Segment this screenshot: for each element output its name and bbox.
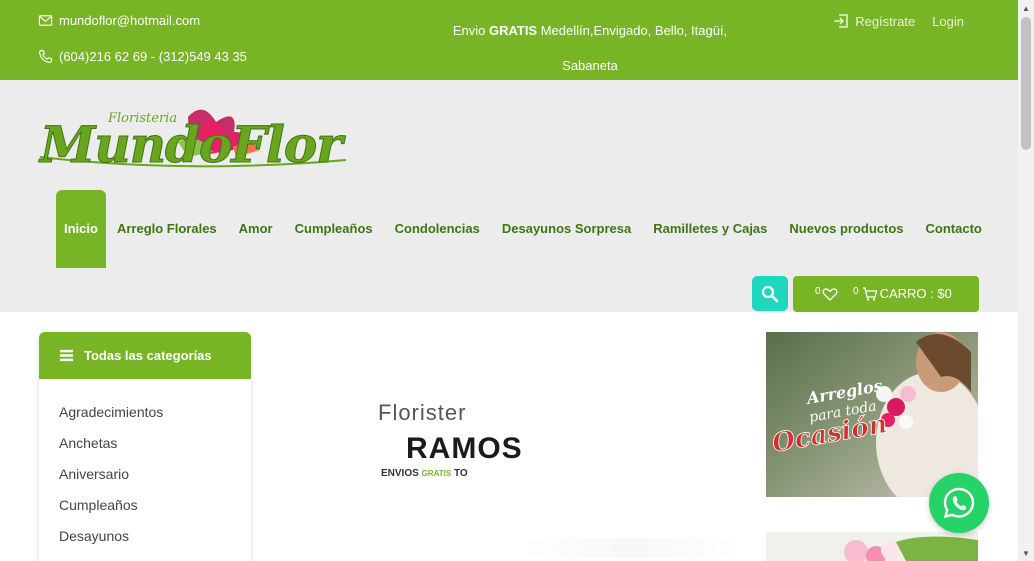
search-button[interactable]	[752, 276, 788, 311]
nav-item-desayunos-sorpresa[interactable]: Desayunos Sorpresa	[491, 190, 642, 268]
promo-highlight: GRATIS	[488, 23, 538, 38]
nav-item-contacto[interactable]: Contacto	[915, 190, 993, 268]
nav-item-inicio[interactable]: Inicio	[56, 190, 106, 268]
phone-text: (604)216 62 69 - (312)549 43 35	[59, 49, 247, 64]
category-item-anchetas[interactable]: Anchetas	[39, 428, 251, 459]
slide-subtitle-highlight: GRATIS	[421, 469, 452, 478]
category-item-agradecimientos[interactable]: Agradecimientos	[39, 397, 251, 428]
category-panel-header[interactable]: Todas las categorías	[39, 332, 251, 379]
email-text: mundoflor@hotmail.com	[59, 13, 201, 28]
nav-item-arreglo-florales[interactable]: Arreglo Florales	[106, 190, 228, 268]
shopping-cart-icon	[862, 287, 877, 301]
category-panel: Todas las categorías Agradecimientos Anc…	[39, 332, 251, 561]
whatsapp-button[interactable]	[929, 473, 989, 533]
category-panel-title: Todas las categorías	[84, 348, 212, 363]
shipping-promo: Envio GRATIS Medellín,Envigado, Bello, I…	[452, 23, 728, 73]
cart-button[interactable]: 0 CARRO : $0	[853, 286, 952, 302]
page-scrollbar[interactable]: ▲ ▼	[1018, 0, 1034, 561]
slide-title: RAMOS Y	[406, 432, 530, 465]
wishlist-count: 0	[815, 286, 821, 297]
cart-count: 0	[853, 286, 859, 297]
nav-item-cumpleanos[interactable]: Cumpleaños	[284, 190, 384, 268]
cart-bar: 0 0 CARRO : $0	[793, 276, 979, 312]
scroll-up-arrow[interactable]: ▲	[1018, 0, 1034, 16]
category-item-cumpleanos[interactable]: Cumpleaños	[39, 490, 251, 521]
envelope-icon	[38, 15, 53, 26]
search-icon	[761, 285, 779, 302]
category-item-desayunos[interactable]: Desayunos	[39, 521, 251, 552]
nav-item-nuevos-productos[interactable]: Nuevos productos	[778, 190, 914, 268]
phone-icon	[38, 49, 53, 64]
logo-brand-text: MundoFlor	[38, 115, 346, 174]
banner-arreglos-ocasion[interactable]: Arreglos para toda Ocasión	[766, 332, 978, 497]
register-link[interactable]: Regístrate	[833, 13, 915, 29]
register-label: Regístrate	[855, 13, 916, 29]
category-item-aniversario[interactable]: Aniversario	[39, 459, 251, 490]
slide-heading: Florister	[378, 400, 467, 425]
nav-item-amor[interactable]: Amor	[228, 190, 284, 268]
account-links: Regístrate Login	[833, 13, 964, 29]
whatsapp-icon	[943, 487, 975, 519]
site-header: Floristeria MundoFlor Inicio Arreglo Flo…	[0, 80, 1018, 312]
list-icon	[59, 349, 74, 362]
main-nav: Inicio Arreglo Florales Amor Cumpleaños …	[56, 190, 993, 268]
mundoflor-logo[interactable]: Floristeria MundoFlor	[38, 102, 348, 192]
banner-flowers[interactable]	[766, 532, 978, 561]
heart-icon	[822, 288, 837, 301]
sign-in-icon	[834, 14, 848, 28]
top-bar: mundoflor@hotmail.com (604)216 62 69 - (…	[0, 0, 1018, 80]
nav-item-condolencias[interactable]: Condolencias	[384, 190, 491, 268]
category-list: Agradecimientos Anchetas Aniversario Cum…	[39, 379, 251, 552]
cart-label: CARRO : $0	[879, 286, 952, 301]
login-link[interactable]: Login	[932, 14, 964, 29]
phone-contact[interactable]: (604)216 62 69 - (312)549 43 35	[38, 49, 247, 64]
slide-shadow	[520, 538, 740, 558]
email-contact[interactable]: mundoflor@hotmail.com	[38, 13, 200, 28]
hero-slider[interactable]: Florister RAMOS Y ENVIOS GRATIS TO	[270, 312, 750, 561]
scrollbar-thumb[interactable]	[1021, 17, 1031, 150]
slide-subtitle: ENVIOS GRATIS TO	[381, 468, 468, 479]
scroll-down-arrow[interactable]: ▼	[1018, 545, 1034, 561]
nav-item-ramilletes-y-cajas[interactable]: Ramilletes y Cajas	[642, 190, 778, 268]
wishlist-button[interactable]: 0	[815, 286, 838, 302]
